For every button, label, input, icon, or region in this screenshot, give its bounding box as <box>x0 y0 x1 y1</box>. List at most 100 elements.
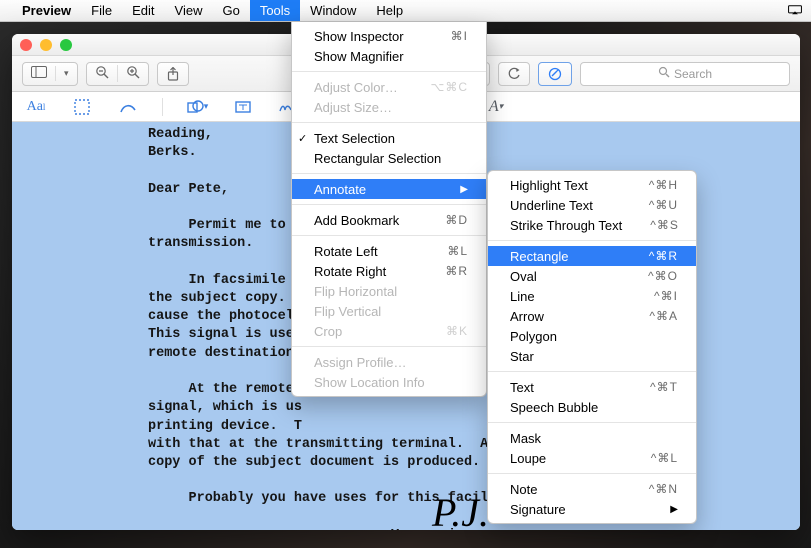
search-placeholder: Search <box>674 67 712 81</box>
menubar-file[interactable]: File <box>81 0 122 21</box>
tools-menu-item[interactable]: Add Bookmark ⌘D <box>292 210 486 230</box>
shortcut-label: ^⌘O <box>620 269 678 283</box>
tools-menu-item[interactable]: Show Magnifier <box>292 46 486 66</box>
shortcut-label: ⌘R <box>417 264 468 278</box>
window-close[interactable] <box>20 39 32 51</box>
annotate-item[interactable]: Strike Through Text^⌘S <box>488 215 696 235</box>
annotate-separator <box>488 240 696 241</box>
shapes-button[interactable]: ▾ <box>185 95 209 119</box>
shortcut-label: ^⌘L <box>623 451 678 465</box>
annotate-submenu: Highlight Text^⌘HUnderline Text^⌘UStrike… <box>487 170 697 524</box>
tools-menu-item: Crop⌘K <box>292 321 486 341</box>
tools-menu-item[interactable]: Rotate Left ⌘L <box>292 241 486 261</box>
airplay-icon[interactable] <box>787 3 803 18</box>
annotate-item[interactable]: Text^⌘T <box>488 377 696 397</box>
signature-image: P.J. <box>432 489 489 530</box>
share-button[interactable] <box>157 62 189 86</box>
sketch-button[interactable] <box>116 95 140 119</box>
search-input[interactable]: Search <box>580 62 790 86</box>
annotate-label: Oval <box>510 269 537 284</box>
rotate-button[interactable] <box>498 62 530 86</box>
tools-menu-separator <box>292 204 486 205</box>
tools-menu-item[interactable]: Show Inspector ⌘I <box>292 26 486 46</box>
shortcut-label: ^⌘N <box>621 482 678 496</box>
annotate-label: Arrow <box>510 309 544 324</box>
tools-menu-separator <box>292 235 486 236</box>
sidebar-toggle[interactable]: ▾ <box>22 62 78 86</box>
tools-menu-item[interactable]: Annotate ▶ <box>292 179 486 199</box>
tools-menu-label: Show Location Info <box>314 375 425 390</box>
submenu-arrow-icon: ▶ <box>432 184 468 195</box>
tools-menu-item[interactable]: ✓ Text Selection <box>292 128 486 148</box>
zoom-group <box>86 62 149 86</box>
shortcut-label: ^⌘T <box>622 380 678 394</box>
annotate-label: Signature <box>510 502 566 517</box>
markup-toolbar-button[interactable] <box>538 62 572 86</box>
menubar-help[interactable]: Help <box>366 0 413 21</box>
annotate-item[interactable]: Loupe^⌘L <box>488 448 696 468</box>
selection-tool-button[interactable] <box>70 95 94 119</box>
window-minimize[interactable] <box>40 39 52 51</box>
shortcut-label: ⌥⌘C <box>403 80 469 94</box>
search-icon <box>658 66 670 81</box>
zoom-in-button[interactable] <box>118 65 148 82</box>
tools-menu-label: Add Bookmark <box>314 213 399 228</box>
annotate-item[interactable]: Rectangle ^⌘R <box>488 246 696 266</box>
tools-menu-item: Flip Vertical <box>292 301 486 321</box>
shortcut-label: ^⌘U <box>621 198 678 212</box>
tools-menu-separator <box>292 71 486 72</box>
annotate-label: Strike Through Text <box>510 218 622 233</box>
annotate-item[interactable]: Underline Text^⌘U <box>488 195 696 215</box>
tools-menu-label: Show Inspector <box>314 29 404 44</box>
annotate-label: Star <box>510 349 534 364</box>
annotate-separator <box>488 422 696 423</box>
annotate-item[interactable]: Line ^⌘I <box>488 286 696 306</box>
shortcut-label: ^⌘R <box>621 249 678 263</box>
tools-menu-item: Adjust Size… <box>292 97 486 117</box>
tools-menu-separator <box>292 122 486 123</box>
shortcut-label: ⌘I <box>423 29 468 43</box>
text-box-button[interactable] <box>231 95 255 119</box>
tools-menu-separator <box>292 173 486 174</box>
tools-menu-item[interactable]: Rectangular Selection <box>292 148 486 168</box>
annotate-label: Line <box>510 289 535 304</box>
tools-menu-label: Adjust Color… <box>314 80 398 95</box>
menubar-tools[interactable]: Tools <box>250 0 300 21</box>
mac-menubar: Preview File Edit View Go Tools Window H… <box>0 0 811 22</box>
menubar-app[interactable]: Preview <box>12 0 81 21</box>
annotate-item[interactable]: Speech Bubble <box>488 397 696 417</box>
annotate-label: Note <box>510 482 537 497</box>
tools-menu-item: Show Location Info <box>292 372 486 392</box>
shortcut-label: ⌘L <box>419 244 468 258</box>
zoom-out-button[interactable] <box>87 65 118 82</box>
annotate-item[interactable]: Mask <box>488 428 696 448</box>
tools-menu-label: Rotate Left <box>314 244 378 259</box>
annotate-item[interactable]: Highlight Text^⌘H <box>488 175 696 195</box>
menubar-edit[interactable]: Edit <box>122 0 164 21</box>
annotate-label: Rectangle <box>510 249 569 264</box>
tools-menu-label: Adjust Size… <box>314 100 392 115</box>
tools-menu-label: Text Selection <box>314 131 395 146</box>
tools-menu-label: Crop <box>314 324 342 339</box>
menubar-view[interactable]: View <box>165 0 213 21</box>
checkmark-icon: ✓ <box>298 132 307 145</box>
tools-menu: Show Inspector ⌘I Show Magnifier Adjust Col… <box>291 22 487 397</box>
font-style-button[interactable]: A▾ <box>484 95 508 119</box>
text-style-button[interactable]: Aal <box>24 95 48 119</box>
annotate-item[interactable]: Arrow ^⌘A <box>488 306 696 326</box>
annotate-item[interactable]: Polygon <box>488 326 696 346</box>
tools-menu-item[interactable]: Rotate Right⌘R <box>292 261 486 281</box>
shortcut-label: ⌘D <box>417 213 468 227</box>
annotate-item[interactable]: Signature▶ <box>488 499 696 519</box>
tools-menu-label: Annotate <box>314 182 366 197</box>
annotate-item[interactable]: Note ^⌘N <box>488 479 696 499</box>
shortcut-label: ^⌘A <box>621 309 678 323</box>
annotate-separator <box>488 371 696 372</box>
menubar-go[interactable]: Go <box>212 0 249 21</box>
shortcut-label: ^⌘I <box>626 289 678 303</box>
menubar-window[interactable]: Window <box>300 0 366 21</box>
annotate-item[interactable]: Oval ^⌘O <box>488 266 696 286</box>
annotate-label: Speech Bubble <box>510 400 598 415</box>
annotate-item[interactable]: Star <box>488 346 696 366</box>
window-zoom[interactable] <box>60 39 72 51</box>
